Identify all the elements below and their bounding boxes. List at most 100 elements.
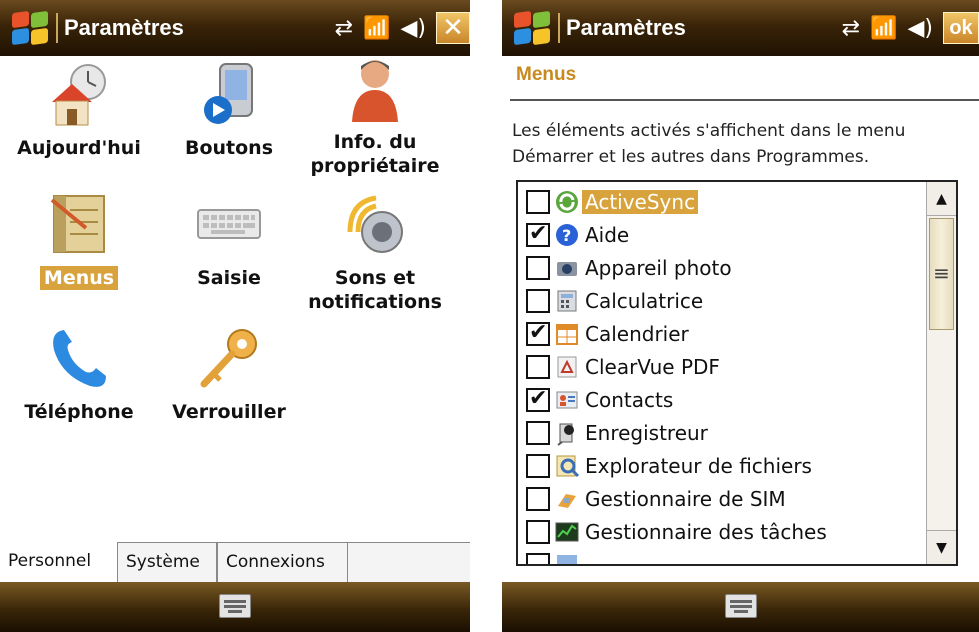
list-item[interactable]: ClearVue PDF	[526, 351, 723, 383]
screen-divider	[470, 0, 502, 632]
grid-label: Aujourd'hui	[17, 137, 141, 159]
list-item[interactable]: Enregistreur	[526, 417, 711, 449]
settings-tabs: Personnel Système Connexions	[0, 542, 470, 582]
sim-manager-icon	[554, 486, 580, 512]
grid-item-lock[interactable]: Verrouiller	[154, 326, 304, 424]
keyboard-toggle-icon[interactable]	[219, 594, 251, 618]
checkmark-icon: ✔	[529, 221, 548, 246]
recorder-icon	[554, 420, 580, 446]
checkmark-icon: ✔	[529, 320, 548, 345]
grid-label: Sons et notifications	[308, 267, 442, 313]
contacts-icon	[554, 387, 580, 413]
list-item-partial[interactable]	[526, 549, 580, 564]
help-icon: ?	[554, 222, 580, 248]
app-icon	[554, 552, 580, 564]
status-icons: ⇄ 📶 ◀)	[842, 16, 933, 41]
list-item[interactable]: Explorateur de fichiers	[526, 450, 815, 482]
scroll-up-button[interactable]: ▲	[927, 182, 956, 216]
section-divider	[510, 99, 979, 101]
ok-button[interactable]: ok	[943, 12, 979, 44]
title-separator	[558, 13, 560, 43]
volume-icon[interactable]: ◀)	[907, 16, 933, 41]
checkbox[interactable]	[526, 421, 550, 445]
checkbox[interactable]	[526, 190, 550, 214]
list-item[interactable]: Gestionnaire de SIM	[526, 483, 789, 515]
start-menu-icon[interactable]	[8, 8, 52, 48]
signal-icon[interactable]: 📶	[870, 16, 897, 41]
list-item[interactable]: ✔ ? Aide	[526, 219, 632, 251]
file-explorer-icon	[554, 453, 580, 479]
signal-icon[interactable]: 📶	[363, 16, 390, 41]
camera-icon	[554, 255, 580, 281]
list-item-label: Explorateur de fichiers	[585, 454, 812, 478]
menus-description: Les éléments activés s'affichent dans le…	[512, 121, 906, 167]
svg-text:?: ?	[562, 226, 571, 245]
list-item-label: ClearVue PDF	[585, 355, 720, 379]
menu-items-list[interactable]: ActiveSync ✔ ? Aide Appareil photo Calcu…	[516, 180, 958, 566]
keyboard-icon	[196, 192, 262, 258]
settings-menus-screen: Paramètres ⇄ 📶 ◀) ok Menus Les éléments …	[502, 0, 979, 632]
list-item-label: Contacts	[585, 388, 674, 412]
pdf-icon	[554, 354, 580, 380]
calendar-icon	[554, 321, 580, 347]
scroll-thumb[interactable]: ≡	[929, 218, 954, 330]
grid-item-today[interactable]: Aujourd'hui	[4, 62, 154, 160]
checkbox[interactable]: ✔	[526, 221, 550, 247]
title-bar: Paramètres ⇄ 📶 ◀) ok	[502, 0, 979, 56]
grid-item-owner-info[interactable]: Info. du propriétaire	[300, 56, 450, 178]
checkbox[interactable]: ✔	[526, 386, 550, 412]
list-item[interactable]: ActiveSync	[526, 186, 699, 218]
list-item[interactable]: Gestionnaire des tâches	[526, 516, 830, 548]
close-button[interactable]: ✕	[436, 12, 470, 44]
sync-arrows-icon[interactable]: ⇄	[842, 16, 860, 41]
volume-icon[interactable]: ◀)	[400, 16, 426, 41]
phone-handset-icon	[46, 326, 112, 392]
list-item-label: Calendrier	[585, 322, 689, 346]
checkbox[interactable]	[526, 520, 550, 544]
grid-label: Boutons	[184, 137, 274, 159]
list-item-label: Gestionnaire des tâches	[585, 520, 827, 544]
soft-key-bar	[0, 582, 470, 632]
grid-label: Verrouiller	[172, 401, 286, 423]
list-scrollbar[interactable]: ▲ ≡ ▼	[926, 182, 956, 564]
sync-arrows-icon[interactable]: ⇄	[335, 16, 353, 41]
tab-personnel[interactable]: Personnel	[0, 542, 117, 582]
list-item[interactable]: ✔ Calendrier	[526, 318, 692, 350]
tab-connexions[interactable]: Connexions	[217, 542, 348, 582]
grid-item-input[interactable]: Saisie	[154, 192, 304, 290]
checkbox[interactable]	[526, 487, 550, 511]
checkbox[interactable]	[526, 256, 550, 280]
grid-item-phone[interactable]: Téléphone	[4, 326, 154, 424]
sounds-speaker-icon	[342, 192, 408, 258]
list-item-label: Appareil photo	[585, 256, 732, 280]
grid-item-menus[interactable]: Menus	[4, 192, 154, 290]
scroll-down-button[interactable]: ▼	[927, 530, 956, 564]
list-item[interactable]: ✔ Contacts	[526, 384, 676, 416]
checkbox[interactable]	[526, 355, 550, 379]
keyboard-toggle-icon[interactable]	[724, 594, 757, 618]
tab-systeme[interactable]: Système	[117, 542, 217, 582]
start-menu-icon[interactable]	[510, 8, 554, 48]
buttons-device-icon	[196, 62, 262, 128]
checkbox[interactable]	[526, 454, 550, 478]
checkbox[interactable]	[526, 289, 550, 313]
grid-label: Menus	[39, 266, 119, 290]
list-item-label: Gestionnaire de SIM	[585, 487, 786, 511]
list-item[interactable]: Appareil photo	[526, 252, 735, 284]
list-item-label: Calculatrice	[585, 289, 704, 313]
grid-label: Saisie	[197, 267, 261, 289]
today-house-clock-icon	[46, 62, 112, 128]
grid-label: Info. du propriétaire	[310, 131, 440, 177]
task-manager-icon	[554, 519, 580, 545]
title-bar: Paramètres ⇄ 📶 ◀) ✕	[0, 0, 470, 56]
activesync-icon	[554, 189, 580, 215]
section-title: Menus	[516, 64, 577, 85]
checkbox[interactable]	[526, 553, 550, 564]
list-item-label: Enregistreur	[585, 421, 708, 445]
window-title: Paramètres	[566, 15, 686, 40]
list-item[interactable]: Calculatrice	[526, 285, 706, 317]
grid-item-buttons[interactable]: Boutons	[154, 62, 304, 160]
checkbox[interactable]: ✔	[526, 320, 550, 346]
list-item-label: ActiveSync	[582, 190, 699, 214]
grid-item-sounds[interactable]: Sons et notifications	[300, 192, 450, 314]
